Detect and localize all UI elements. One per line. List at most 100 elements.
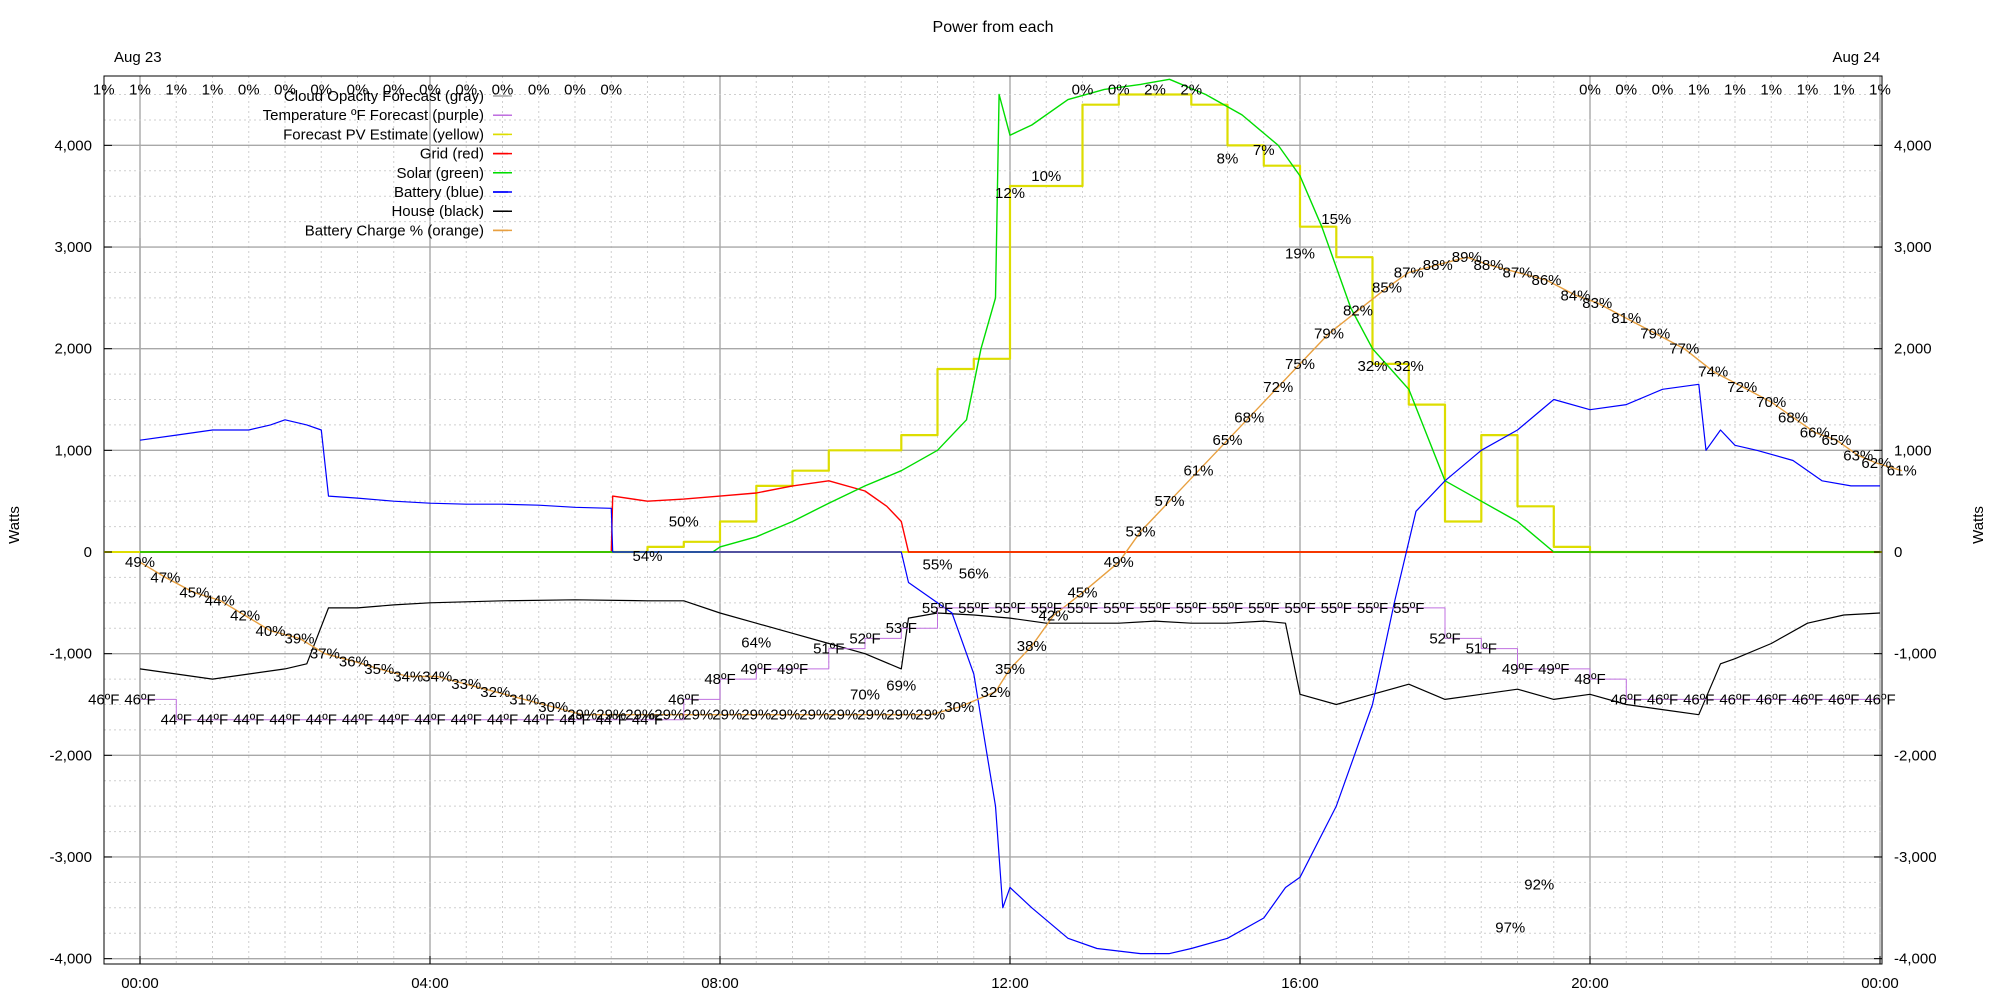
battery-charge-label: 72% [1263, 379, 1293, 396]
cloud-opacity-label: 7% [1253, 142, 1275, 159]
temperature-label: 44ºF [197, 712, 228, 729]
cloud-opacity-label: 1% [129, 81, 151, 98]
cloud-opacity-label: 0% [564, 81, 586, 98]
temperature-label: 44ºF [487, 712, 518, 729]
cloud-opacity-label: 64% [741, 634, 771, 651]
cloud-opacity-label: 8% [1217, 151, 1239, 168]
cloud-opacity-label: 1% [1833, 81, 1855, 98]
cloud-opacity-label: 54% [632, 548, 662, 565]
power-chart: 49%47%45%44%42%40%39%37%36%35%34%34%33%3… [0, 0, 2000, 1000]
battery-charge-label: 83% [1582, 295, 1612, 312]
cloud-opacity-label: 0% [238, 81, 260, 98]
y-tick-label-left: 2,000 [54, 341, 92, 358]
battery-charge-label: 29% [770, 707, 800, 724]
battery-charge-label: 29% [857, 707, 887, 724]
legend-entry-label: Temperature ºF Forecast (purple) [263, 107, 484, 124]
cloud-opacity-label: 70% [850, 686, 880, 703]
temperature-label: 55ºF [922, 600, 953, 617]
cloud-opacity-label: 1% [1797, 81, 1819, 98]
date-end-label: Aug 24 [1832, 49, 1880, 66]
temperature-label: 55ºF [1067, 600, 1098, 617]
cloud-opacity-label: 12% [995, 185, 1025, 202]
temperature-label: 55ºF [994, 600, 1025, 617]
temperature-label: 55ºF [1284, 600, 1315, 617]
y-tick-label-right: 2,000 [1894, 341, 1932, 358]
legend-entry-label: Cloud Opacity Forecast (gray) [284, 88, 484, 105]
temperature-label: 44ºF [596, 712, 627, 729]
y-tick-label-right: -3,000 [1894, 849, 1937, 866]
temperature-label: 55ºF [1139, 600, 1170, 617]
x-tick-label: 04:00 [411, 975, 449, 992]
date-start-label: Aug 23 [114, 49, 162, 66]
temperature-label: 51ºF [1466, 641, 1497, 658]
legend-entry-label: Battery Charge % (orange) [305, 222, 484, 239]
battery-charge-label: 29% [915, 707, 945, 724]
y-tick-label-right: -1,000 [1894, 646, 1937, 663]
battery-charge-label: 35% [364, 661, 394, 678]
battery-charge-label: 29% [712, 707, 742, 724]
temperature-label: 46ºF [1719, 691, 1750, 708]
temperature-label: 46ºF [1828, 691, 1859, 708]
battery-charge-label: 33% [451, 676, 481, 693]
temperature-label: 44ºF [269, 712, 300, 729]
temperature-label: 44ºF [523, 712, 554, 729]
battery-charge-label: 82% [1343, 303, 1373, 320]
battery-charge-label: 38% [1017, 638, 1047, 655]
temperature-label: 44ºF [306, 712, 337, 729]
cloud-opacity-label: 10% [1031, 168, 1061, 185]
cloud-opacity-label: 55% [922, 557, 952, 574]
y-axis-label-left: Watts [6, 506, 23, 544]
temperature-label: 44ºF [342, 712, 373, 729]
temperature-label: 53ºF [886, 620, 917, 637]
battery-charge-label: 72% [1727, 379, 1757, 396]
battery-charge-label: 31% [509, 691, 539, 708]
battery-charge-label: 30% [944, 699, 974, 716]
temperature-label: 46ºF [124, 691, 155, 708]
temperature-label: 46ºF [1647, 691, 1678, 708]
legend-entry-label: House (black) [391, 203, 484, 220]
battery-charge-label: 61% [1887, 463, 1917, 480]
cloud-opacity-label: 0% [1615, 81, 1637, 98]
y-tick-label-left: 4,000 [54, 137, 92, 154]
cloud-opacity-label: 0% [600, 81, 622, 98]
temperature-label: 52ºF [1429, 630, 1460, 647]
battery-charge-label: 57% [1154, 493, 1184, 510]
temperature-label: 46ºF [1611, 691, 1642, 708]
cloud-opacity-label: 19% [1285, 246, 1315, 263]
temperature-label: 51ºF [813, 641, 844, 658]
battery-charge-label: 35% [995, 661, 1025, 678]
cloud-opacity-label: 0% [1579, 81, 1601, 98]
temperature-label: 46ºF [668, 691, 699, 708]
battery-charge-label: 49% [1104, 554, 1134, 571]
x-tick-label: 00:00 [1861, 975, 1899, 992]
cloud-opacity-label: 32% [1394, 358, 1424, 375]
battery-charge-label: 77% [1669, 341, 1699, 358]
cloud-opacity-label: 69% [886, 678, 916, 695]
cloud-opacity-label: 32% [1357, 358, 1387, 375]
temperature-label: 55ºF [1031, 600, 1062, 617]
cloud-opacity-label: 1% [165, 81, 187, 98]
battery-charge-label: 29% [828, 707, 858, 724]
temperature-label: 46ºF [1683, 691, 1714, 708]
temperature-label: 55ºF [1393, 600, 1424, 617]
legend-entry-label: Solar (green) [396, 165, 484, 182]
temperature-label: 55ºF [1321, 600, 1352, 617]
cloud-opacity-label: 1% [1869, 81, 1891, 98]
y-tick-label-right: -2,000 [1894, 747, 1937, 764]
battery-charge-label: 75% [1285, 356, 1315, 373]
y-tick-label-right: 3,000 [1894, 239, 1932, 256]
battery-charge-label: 29% [886, 707, 916, 724]
cloud-opacity-label: 56% [959, 565, 989, 582]
y-tick-label-left: -4,000 [49, 951, 92, 968]
temperature-label: 44ºF [632, 712, 663, 729]
cloud-opacity-label: 2% [1144, 81, 1166, 98]
y-tick-label-left: 0 [84, 544, 92, 561]
cloud-opacity-label: 0% [1652, 81, 1674, 98]
temperature-label: 44ºF [233, 712, 264, 729]
battery-charge-label: 88% [1473, 257, 1503, 274]
y-tick-label-right: 1,000 [1894, 442, 1932, 459]
cloud-opacity-label: 0% [528, 81, 550, 98]
y-tick-label-right: 4,000 [1894, 137, 1932, 154]
battery-charge-label: 53% [1125, 524, 1155, 541]
temperature-label: 49ºF [741, 661, 772, 678]
